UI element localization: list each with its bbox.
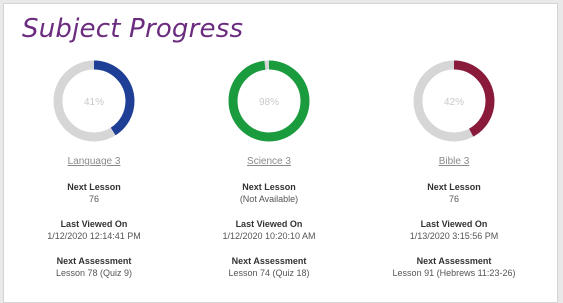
next-lesson-value: 76 xyxy=(88,194,99,204)
progress-percent: 98% xyxy=(259,97,279,108)
subject-card-language: 41% Language 3 Next Lesson 76 Last Viewe… xyxy=(19,56,169,279)
subject-card-science: 98% Science 3 Next Lesson (Not Available… xyxy=(194,56,344,279)
last-viewed-label: Last Viewed On xyxy=(420,219,488,229)
subject-link-science[interactable]: Science 3 xyxy=(194,156,344,167)
next-assessment-label: Next Assessment xyxy=(416,256,492,266)
subject-progress-panel: Subject Progress 41% Language 3 Next Les… xyxy=(3,3,558,303)
progress-percent: 41% xyxy=(84,97,104,108)
page-title: Subject Progress xyxy=(22,14,244,44)
next-lesson-value: 76 xyxy=(448,194,459,204)
next-assessment-value: Lesson 78 (Quiz 9) xyxy=(55,268,133,278)
last-viewed-value: 1/12/2020 12:14:41 PM xyxy=(47,231,141,241)
progress-ring: 41% xyxy=(53,60,135,142)
next-lesson-label: Next Lesson xyxy=(427,182,481,192)
progress-ring: 42% xyxy=(413,60,495,142)
next-assessment-value: Lesson 91 (Hebrews 11:23-26) xyxy=(392,268,516,278)
subject-link-bible[interactable]: Bible 3 xyxy=(379,156,529,167)
last-viewed-value: 1/13/2020 3:15:56 PM xyxy=(409,231,499,241)
next-lesson-label: Next Lesson xyxy=(242,182,296,192)
next-lesson-label: Next Lesson xyxy=(67,182,121,192)
subject-card-bible: 42% Bible 3 Next Lesson 76 Last Viewed O… xyxy=(379,56,529,279)
last-viewed-label: Last Viewed On xyxy=(60,219,128,229)
last-viewed-value: 1/12/2020 10:20:10 AM xyxy=(222,231,316,241)
progress-ring: 98% xyxy=(228,60,310,142)
next-assessment-label: Next Assessment xyxy=(56,256,132,266)
next-assessment-label: Next Assessment xyxy=(231,256,307,266)
next-assessment-value: Lesson 74 (Quiz 18) xyxy=(228,268,310,278)
last-viewed-label: Last Viewed On xyxy=(235,219,303,229)
progress-percent: 42% xyxy=(444,97,464,108)
subject-link-language[interactable]: Language 3 xyxy=(19,156,169,167)
next-lesson-value: (Not Available) xyxy=(239,194,299,204)
